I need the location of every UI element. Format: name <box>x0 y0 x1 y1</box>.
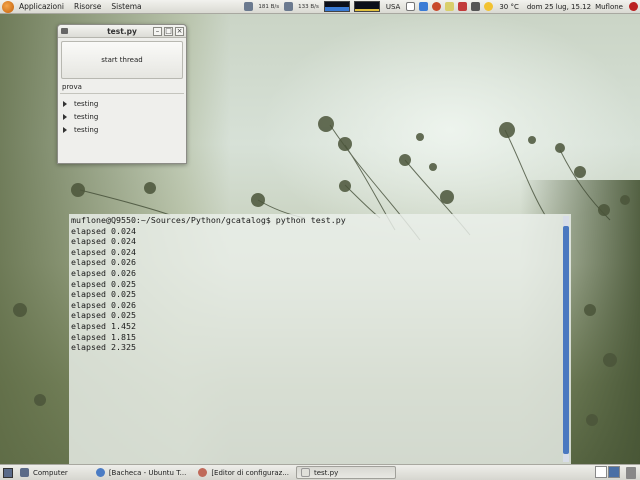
menu-applications[interactable]: Applicazioni <box>14 0 69 14</box>
taskbar-item-label: test.py <box>313 468 339 477</box>
frame-label: prova <box>62 83 82 91</box>
user-name[interactable]: Muflone <box>595 3 623 11</box>
show-desktop-icon[interactable] <box>3 467 13 478</box>
network-icon[interactable] <box>419 2 429 11</box>
network-monitor-icon[interactable] <box>244 2 254 11</box>
scrollbar-thumb[interactable] <box>563 226 569 454</box>
tree-row[interactable]: testing <box>61 97 98 110</box>
tree-row-label: testing <box>74 99 99 108</box>
minimize-icon[interactable]: – <box>153 27 162 36</box>
maximize-icon[interactable]: □ <box>164 27 173 36</box>
workspace-2[interactable] <box>608 466 620 478</box>
memory-graph[interactable] <box>353 1 380 12</box>
terminal-output-line: elapsed 1.815 <box>71 331 136 342</box>
taskbar-item-browser[interactable]: [Bacheca - Ubuntu T... <box>91 466 192 479</box>
taskbar-item-label: Computer <box>33 468 68 477</box>
update-icon[interactable] <box>458 2 468 11</box>
taskbar-item-label: [Editor di configuraz... <box>211 468 289 477</box>
terminal-window[interactable]: muflone@Q9550:~/Sources/Python/gcatalog$… <box>69 214 571 464</box>
clock[interactable]: dom 25 lug, 15.12 <box>527 3 591 11</box>
expander-arrow-icon[interactable] <box>63 126 67 133</box>
terminal-output-line: elapsed 0.025 <box>71 278 136 289</box>
terminal-output-line: elapsed 0.024 <box>71 246 136 257</box>
tree-row-label: testing <box>74 125 99 134</box>
config-editor-icon <box>198 468 208 477</box>
terminal-output-line: elapsed 0.024 <box>71 236 136 247</box>
taskbar-item-label: [Bacheca - Ubuntu T... <box>108 468 187 477</box>
terminal-output-line: elapsed 2.325 <box>71 342 136 353</box>
python-window-icon <box>300 468 310 477</box>
top-panel: Applicazioni Risorse Sistema 181 B/s 133… <box>0 0 640 14</box>
start-thread-button[interactable]: start thread <box>61 41 183 79</box>
ubuntu-logo-icon[interactable] <box>2 0 14 13</box>
menu-places[interactable]: Risorse <box>69 0 106 14</box>
terminal-output-line: elapsed 1.452 <box>71 320 136 331</box>
notes-icon[interactable] <box>445 2 455 11</box>
net-download-rate: 181 B/s <box>258 3 280 10</box>
terminal-output-line: elapsed 0.026 <box>71 299 136 310</box>
tree-view: testing testing testing <box>61 97 98 136</box>
taskbar-item-test-py[interactable]: test.py <box>295 466 396 479</box>
close-icon[interactable]: × <box>175 27 184 36</box>
terminal-output-line: elapsed 0.025 <box>71 310 136 321</box>
frame-divider <box>60 93 184 94</box>
taskbar-item-computer[interactable]: Computer <box>15 466 73 479</box>
terminal-output-line: elapsed 0.026 <box>71 257 136 268</box>
keyboard-layout[interactable]: USA <box>386 3 401 11</box>
power-icon[interactable] <box>629 2 638 11</box>
workspace-switcher <box>594 466 620 479</box>
upload-icon <box>284 2 294 11</box>
computer-icon <box>20 468 29 477</box>
test-py-window: test.py – □ × start thread prova testing… <box>57 24 187 164</box>
volume-icon[interactable] <box>471 2 481 11</box>
bottom-panel: Computer [Bacheca - Ubuntu T... [Editor … <box>0 464 640 480</box>
weather-sun-icon[interactable] <box>484 2 494 11</box>
net-upload-rate: 133 B/s <box>298 3 319 10</box>
trash-icon[interactable] <box>626 466 636 479</box>
workspace-1[interactable] <box>595 466 607 478</box>
window-icon[interactable] <box>406 2 416 11</box>
expander-arrow-icon[interactable] <box>63 113 67 120</box>
terminal-output-line: elapsed 0.026 <box>71 267 136 278</box>
window-titlebar[interactable]: test.py – □ × <box>58 25 186 38</box>
tree-row[interactable]: testing <box>61 123 98 136</box>
menu-system[interactable]: Sistema <box>106 0 146 14</box>
terminal-prompt-line: muflone@Q9550:~/Sources/Python/gcatalog$… <box>71 215 346 225</box>
weather-temperature[interactable]: 30 °C <box>499 3 519 11</box>
expander-arrow-icon[interactable] <box>63 100 67 107</box>
system-tray: 181 B/s 133 B/s USA 30 °C dom 25 lug, 15… <box>242 0 640 14</box>
terminal-scrollbar[interactable] <box>563 216 569 462</box>
terminal-output-line: elapsed 0.024 <box>71 225 136 236</box>
browser-icon <box>95 468 105 477</box>
taskbar-item-config-editor[interactable]: [Editor di configuraz... <box>193 466 294 479</box>
mail-icon[interactable] <box>432 2 442 11</box>
terminal-output-line: elapsed 0.025 <box>71 289 136 300</box>
tree-row[interactable]: testing <box>61 110 98 123</box>
tree-row-label: testing <box>74 112 99 121</box>
cpu-graph[interactable] <box>323 1 350 12</box>
